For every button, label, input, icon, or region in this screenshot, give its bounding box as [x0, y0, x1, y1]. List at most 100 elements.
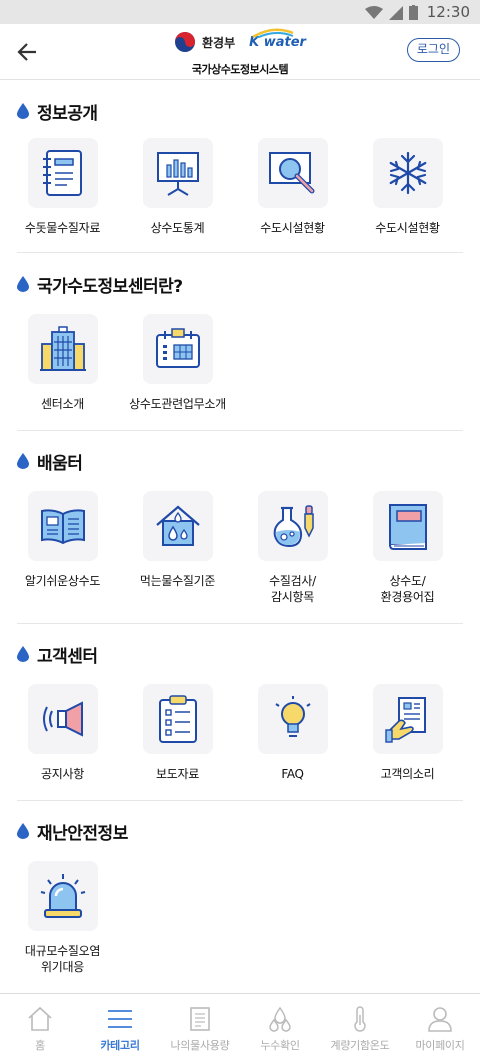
section-customer-grid: 공지사항 보도자료 FAQ 고객의소리: [5, 684, 465, 782]
home-icon: [28, 1006, 52, 1031]
section-title: 재난안전정보: [17, 820, 463, 844]
tile-water-inspection[interactable]: 수질검사/ 감시항목: [235, 491, 350, 605]
section-title-text: 배움터: [37, 453, 83, 474]
water-drop-icon: [17, 276, 29, 292]
tile-icon-box: [142, 314, 213, 384]
nav-category[interactable]: 카테고리: [80, 994, 160, 1063]
tile-water-facility-status[interactable]: 수도시설현황: [235, 138, 350, 236]
tile-label: 수도시설현황: [375, 221, 440, 235]
tile-icon-box: [27, 491, 98, 561]
hand-document-icon: [384, 697, 426, 743]
nav-label: 카테고리: [100, 1039, 140, 1052]
status-bar: 12:30: [0, 0, 480, 24]
tile-icon-box: [27, 861, 98, 931]
section-divider: [17, 430, 463, 431]
section-divider: [17, 623, 463, 624]
nav-label: 마이페이지: [415, 1039, 465, 1052]
nav-leak-check[interactable]: 누수확인: [240, 994, 320, 1063]
login-button[interactable]: 로그인: [406, 38, 460, 62]
tile-icon-box: [372, 684, 443, 754]
bottom-navigation: 홈 카테고리 나의물사용량 누수확인 계량기함온도 마이페이지: [0, 993, 480, 1063]
nav-label: 홈: [35, 1039, 45, 1052]
status-icons: [365, 5, 418, 20]
tile-label: 먹는물수질기준: [139, 574, 216, 588]
thermometer-icon: [354, 1006, 366, 1032]
water-drops-icon: [269, 1006, 291, 1032]
tile-customer-voice[interactable]: 고객의소리: [350, 684, 465, 782]
tile-icon-box: [27, 138, 98, 208]
tile-water-pollution-crisis[interactable]: 대규모수질오염 위기대응: [5, 861, 120, 975]
status-time: 12:30: [426, 3, 470, 21]
section-title-text: 고객센터: [37, 646, 98, 667]
notebook-icon: [42, 150, 82, 196]
tile-label: 센터소개: [41, 397, 84, 411]
tile-label: 상수도/ 환경용어집: [380, 574, 435, 604]
section-center-grid: 센터소개 상수도관련업무소개: [5, 314, 235, 412]
tile-label: 대규모수질오염 위기대응: [24, 944, 101, 974]
tile-water-statistics[interactable]: 상수도통계: [120, 138, 235, 236]
tile-water-quality-data[interactable]: 수돗물수질자료: [5, 138, 120, 236]
nav-label: 누수확인: [260, 1039, 300, 1052]
siren-icon: [40, 874, 85, 918]
open-book-icon: [40, 509, 85, 545]
tile-icon-box: [257, 138, 328, 208]
ministry-emblem-icon: [175, 32, 196, 52]
tile-label: 수질검사/ 감시항목: [269, 574, 316, 604]
megaphone-icon: [42, 701, 83, 737]
closed-book-icon: [388, 504, 427, 550]
tile-icon-box: [142, 138, 213, 208]
signal-icon: [389, 5, 403, 20]
tile-icon-box: [27, 684, 98, 754]
brand-name: K water: [249, 28, 306, 50]
app-header: 환경부 K water 국가상수도정보시스템 로그인: [0, 24, 480, 80]
tile-icon-box: [372, 138, 443, 208]
section-title-text: 국가수도정보센터란?: [37, 276, 183, 297]
lightbulb-icon: [274, 696, 311, 737]
water-drop-icon: [17, 103, 29, 119]
ministry-name: 환경부: [202, 35, 236, 50]
nav-my-water-usage[interactable]: 나의물사용량: [160, 994, 240, 1063]
section-divider: [17, 252, 463, 253]
tile-glossary[interactable]: 상수도/ 환경용어집: [350, 491, 465, 605]
house-water-icon: [155, 505, 200, 546]
tile-label: 수돗물수질자료: [24, 221, 101, 235]
tile-label: 공지사항: [41, 767, 84, 781]
tile-faq[interactable]: FAQ: [235, 684, 350, 782]
flask-dropper-icon: [273, 505, 314, 548]
section-title: 정보공개: [17, 100, 463, 124]
nav-my-page[interactable]: 마이페이지: [400, 994, 480, 1063]
calendar-icon: [155, 328, 200, 368]
tile-label: 알기쉬운상수도: [24, 574, 101, 588]
clipboard-icon: [158, 695, 197, 743]
section-title-text: 정보공개: [37, 103, 98, 124]
section-center-intro: 국가수도정보센터란?: [0, 273, 480, 297]
section-title: 국가수도정보센터란?: [17, 273, 463, 297]
site-name: 국가상수도정보시스템: [191, 63, 289, 76]
section-info-grid: 수돗물수질자료 상수도통계 수도시설현황 수도시설현황: [5, 138, 465, 236]
section-title-text: 재난안전정보: [37, 823, 128, 844]
section-disaster-safety: 재난안전정보: [0, 820, 480, 844]
tile-press-release[interactable]: 보도자료: [120, 684, 235, 782]
tile-work-intro[interactable]: 상수도관련업무소개: [120, 314, 235, 412]
section-learning-grid: 알기쉬운상수도 먹는물수질기준 수질검사/ 감시항목 상수도/ 환경용어집: [5, 491, 465, 605]
tile-icon-box: [372, 491, 443, 561]
tile-icon-box: [27, 314, 98, 384]
tile-icon-box: [257, 491, 328, 561]
tile-label: FAQ: [281, 767, 304, 781]
tile-notice[interactable]: 공지사항: [5, 684, 120, 782]
water-drop-icon: [17, 453, 29, 469]
tile-icon-box: [257, 684, 328, 754]
tile-icon-box: [142, 491, 213, 561]
tile-drinking-water-standard[interactable]: 먹는물수질기준: [120, 491, 235, 605]
tile-easy-water[interactable]: 알기쉬운상수도: [5, 491, 120, 605]
nav-home[interactable]: 홈: [0, 994, 80, 1063]
section-title: 배움터: [17, 450, 463, 474]
tile-center-intro[interactable]: 센터소개: [5, 314, 120, 412]
tile-label: 상수도관련업무소개: [129, 397, 226, 411]
person-icon: [428, 1007, 452, 1032]
nav-meter-temperature[interactable]: 계량기함온도: [320, 994, 400, 1063]
tile-water-facility-status-2[interactable]: 수도시설현황: [350, 138, 465, 236]
section-customer-center: 고객센터: [0, 643, 480, 667]
water-drop-icon: [17, 823, 29, 839]
brand-swoosh-icon: [252, 28, 294, 38]
